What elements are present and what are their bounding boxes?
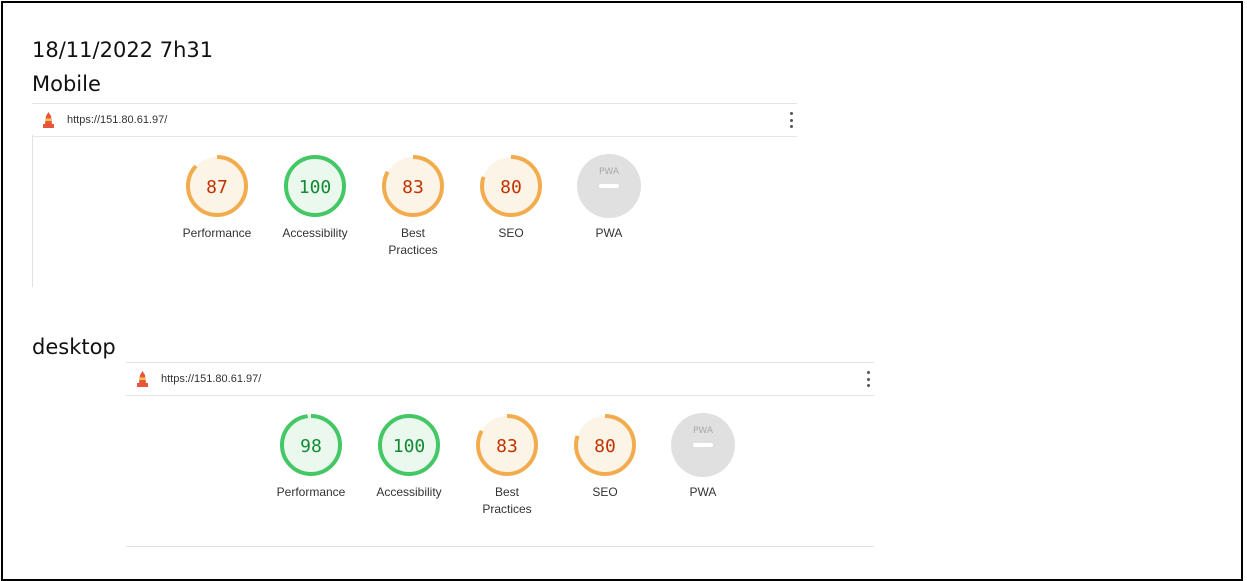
desktop-seo-score-ring: 80: [574, 414, 636, 476]
desktop-more-menu-icon[interactable]: [866, 371, 870, 387]
mobile-panel-left-rule: [32, 135, 33, 287]
desktop-panel-bottom-rule: [126, 546, 874, 547]
timestamp-heading: 18/11/2022 7h31: [32, 38, 214, 62]
mobile-accessibility-score-ring: 100: [284, 155, 346, 217]
pwa-badge-bar: [693, 443, 713, 447]
desktop-gauge-performance[interactable]: 98 Performance: [262, 412, 360, 518]
desktop-report-panel: https://151.80.61.97/ 98 Performance 100…: [126, 362, 874, 550]
score-value: 80: [500, 177, 522, 198]
desktop-gauges: 98 Performance 100 Accessibility 83 Best…: [262, 412, 752, 518]
mobile-performance-label: Performance: [182, 226, 252, 240]
score-value: 100: [299, 177, 332, 198]
pwa-badge-text: PWA: [693, 426, 714, 436]
mobile-gauge-accessibility[interactable]: 100 Accessibility: [266, 153, 364, 259]
pwa-badge-bar: [599, 184, 619, 188]
score-value: 83: [402, 177, 424, 198]
mobile-gauge-seo[interactable]: 80 SEO: [462, 153, 560, 259]
mobile-seo-label: SEO: [498, 226, 524, 240]
mobile-gauge-performance[interactable]: 87 Performance: [168, 153, 266, 259]
mobile-pwa-label: PWA: [595, 226, 623, 240]
desktop-gauge-best-practices[interactable]: 83 Best Practices: [458, 412, 556, 518]
lighthouse-icon: [43, 112, 54, 128]
score-value: 87: [206, 177, 228, 198]
desktop-pwa-badge: PWA: [671, 413, 735, 477]
desktop-accessibility-score-ring: 100: [378, 414, 440, 476]
score-value: 83: [496, 436, 518, 457]
desktop-best-practices-score-ring: 83: [476, 414, 538, 476]
mobile-url-bar: https://151.80.61.97/: [32, 103, 797, 137]
mobile-pwa-badge: PWA: [577, 154, 641, 218]
pwa-badge-text: PWA: [599, 167, 620, 177]
mobile-url-text[interactable]: https://151.80.61.97/: [67, 114, 167, 126]
score-value: 100: [393, 436, 426, 457]
mobile-accessibility-label: Accessibility: [282, 226, 348, 240]
desktop-gauge-pwa[interactable]: PWA PWA: [654, 412, 752, 518]
mobile-heading: Mobile: [32, 72, 101, 96]
desktop-heading: desktop: [32, 335, 116, 359]
desktop-gauge-accessibility[interactable]: 100 Accessibility: [360, 412, 458, 518]
mobile-best-practices-score-ring: 83: [382, 155, 444, 217]
desktop-performance-label: Performance: [276, 485, 346, 499]
score-value: 80: [594, 436, 616, 457]
score-value: 98: [300, 436, 322, 457]
desktop-seo-label: SEO: [592, 485, 618, 499]
desktop-url-bar: https://151.80.61.97/: [126, 362, 874, 396]
mobile-report-panel: https://151.80.61.97/ 87 Performance 100…: [32, 103, 797, 293]
mobile-seo-score-ring: 80: [480, 155, 542, 217]
mobile-more-menu-icon[interactable]: [789, 112, 793, 128]
lighthouse-icon: [137, 371, 148, 387]
desktop-pwa-label: PWA: [689, 485, 717, 499]
desktop-performance-score-ring: 98: [280, 414, 342, 476]
desktop-gauge-seo[interactable]: 80 SEO: [556, 412, 654, 518]
mobile-best-practices-label: Best Practices: [388, 226, 438, 257]
mobile-gauge-best-practices[interactable]: 83 Best Practices: [364, 153, 462, 259]
mobile-gauges: 87 Performance 100 Accessibility 83 Best…: [168, 153, 658, 259]
mobile-gauge-pwa[interactable]: PWA PWA: [560, 153, 658, 259]
mobile-performance-score-ring: 87: [186, 155, 248, 217]
desktop-url-text[interactable]: https://151.80.61.97/: [161, 373, 261, 385]
desktop-accessibility-label: Accessibility: [376, 485, 442, 499]
desktop-best-practices-label: Best Practices: [482, 485, 532, 516]
